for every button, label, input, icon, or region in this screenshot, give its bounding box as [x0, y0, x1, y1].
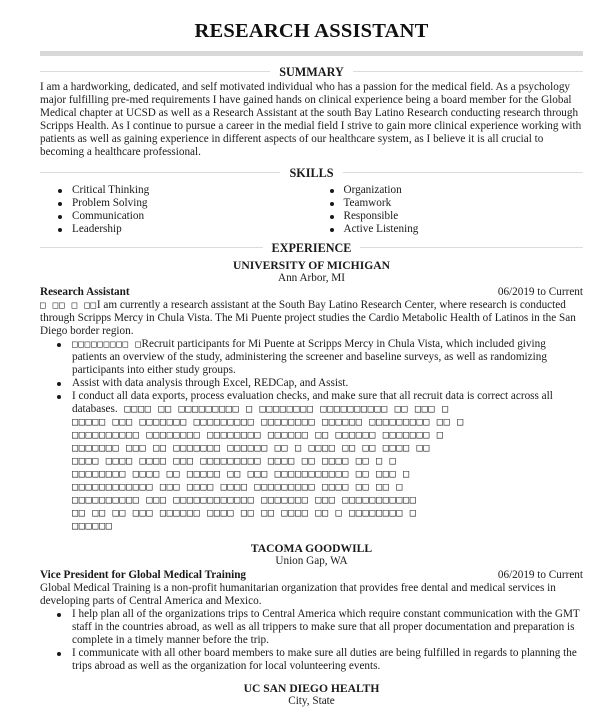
job-description: Global Medical Training is a non-profit … [40, 582, 556, 607]
job-description-text: I am currently a research assistant at t… [40, 299, 576, 337]
section-title: SKILLS [280, 166, 343, 180]
job-bullet: □□□□□□□□□ □Recruit participants for Mi P… [40, 338, 583, 377]
job-description: □ □□ □ □□I am currently a research assis… [40, 299, 583, 338]
role-row: Research Assistant 06/2019 to Current [40, 286, 583, 299]
job-bullets: I help plan all of the organizations tri… [40, 608, 583, 673]
title-divider [40, 51, 583, 56]
section-header-skills: SKILLS [40, 165, 583, 181]
skill-item: Communication [40, 210, 312, 223]
job-bullet: I help plan all of the organizations tri… [40, 608, 583, 647]
company-location: Ann Arbor, MI [278, 272, 345, 284]
role-row: Vice President for Global Medical Traini… [40, 569, 583, 582]
bullet-text: Assist with data analysis through Excel,… [72, 377, 349, 389]
company-name: UC SAN DIEGO HEALTH [243, 682, 380, 695]
skill-item: Problem Solving [40, 197, 312, 210]
skills-list: Critical Thinking Problem Solving Commun… [40, 184, 583, 236]
job-bullet: I conduct all data exports, process eval… [40, 390, 583, 533]
job-title: Research Assistant [40, 286, 130, 298]
garbled-text: □□□□□□□□□ □ [72, 339, 142, 350]
company-name: TACOMA GOODWILL [250, 542, 373, 555]
skill-item: Active Listening [312, 223, 584, 236]
skill-item: Leadership [40, 223, 312, 236]
section-title: EXPERIENCE [262, 241, 361, 255]
resume-title: RESEARCH ASSISTANT [194, 20, 429, 42]
experience-entry: UC SAN DIEGO HEALTH City, State [40, 682, 583, 708]
job-bullets: □□□□□□□□□ □Recruit participants for Mi P… [40, 338, 583, 533]
summary-text: I am a hardworking, dedicated, and self … [40, 81, 582, 158]
company-location: City, State [288, 695, 335, 707]
company-name: UNIVERSITY OF MICHIGAN [233, 259, 390, 272]
skill-item: Organization [312, 184, 584, 197]
garbled-text: □□□□ □□ □□□□□□□□□ □ □□□□□□□□ □□□□□□□□□□ … [72, 403, 464, 532]
job-dates: 06/2019 to Current [497, 569, 583, 581]
job-title: Vice President for Global Medical Traini… [40, 569, 247, 581]
section-header-summary: SUMMARY [40, 64, 583, 80]
job-bullet: Assist with data analysis through Excel,… [40, 377, 583, 390]
skill-item: Critical Thinking [40, 184, 312, 197]
skills-column-1: Critical Thinking Problem Solving Commun… [40, 184, 312, 236]
job-bullet: I communicate with all other board membe… [40, 647, 583, 673]
section-header-experience: EXPERIENCE [40, 240, 583, 256]
bullet-text: Recruit participants for Mi Puente at Sc… [72, 338, 547, 376]
skills-column-2: Organization Teamwork Responsible Active… [312, 184, 584, 236]
section-title: SUMMARY [270, 65, 353, 79]
job-dates: 06/2019 to Current [497, 286, 583, 298]
company-location: Union Gap, WA [275, 555, 348, 567]
experience-entry: UNIVERSITY OF MICHIGAN Ann Arbor, MI Res… [40, 259, 583, 533]
skill-item: Responsible [312, 210, 584, 223]
resume-page: RESEARCH ASSISTANT SUMMARY I am a hardwo… [40, 0, 583, 708]
experience-entry: TACOMA GOODWILL Union Gap, WA Vice Presi… [40, 542, 583, 673]
garbled-text: □ □□ □ □□ [40, 300, 97, 311]
skill-item: Teamwork [312, 197, 584, 210]
